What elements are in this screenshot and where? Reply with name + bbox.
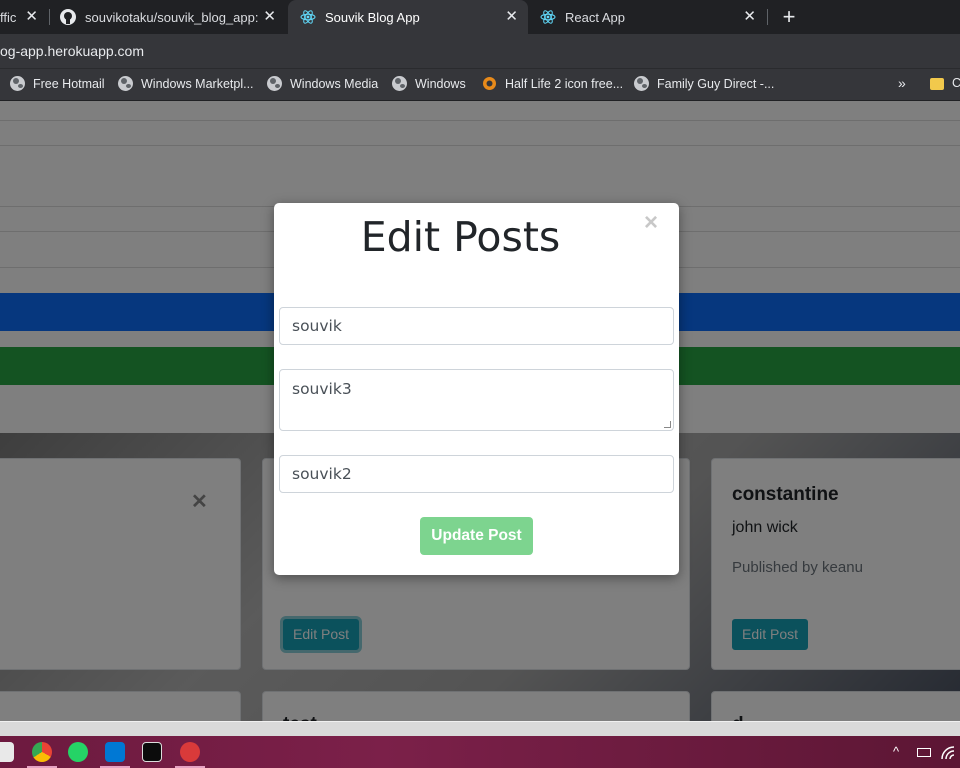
update-post-button[interactable]: Update Post — [420, 517, 533, 555]
react-icon — [300, 10, 316, 24]
folder-icon[interactable] — [930, 78, 944, 90]
horizontal-scrollbar[interactable] — [0, 721, 960, 736]
bookmark-label: Windows Media — [290, 76, 379, 91]
tab-title: souvikotaku/souvik_blog_app: I m — [85, 9, 262, 25]
app-icon[interactable] — [180, 742, 200, 762]
battery-icon[interactable] — [917, 748, 931, 757]
bookmark-half-life[interactable]: Half Life 2 icon free... — [482, 76, 623, 91]
tab-title: ffic — [0, 9, 17, 25]
react-icon — [540, 10, 556, 24]
globe-icon — [10, 76, 25, 91]
terminal-icon[interactable] — [142, 742, 162, 762]
close-icon[interactable]: ✕ — [505, 9, 518, 25]
tab-strip: ffic ✕ souvikotaku/souvik_blog_app: I m … — [0, 0, 960, 34]
edit-posts-modal: Edit Posts × souvik souvik3 souvik2 Upda… — [274, 203, 679, 575]
tab-github[interactable]: souvikotaku/souvik_blog_app: I m ✕ — [50, 0, 286, 34]
new-tab-button[interactable]: + — [778, 6, 800, 28]
globe-icon — [634, 76, 649, 91]
globe-icon — [267, 76, 282, 91]
globe-icon — [392, 76, 407, 91]
post-author-input[interactable]: souvik2 — [279, 455, 674, 493]
bookmark-free-hotmail[interactable]: Free Hotmail — [10, 76, 105, 91]
tab-separator — [767, 9, 768, 25]
vscode-icon[interactable] — [105, 742, 125, 762]
post-body-textarea[interactable]: souvik3 — [279, 369, 674, 431]
close-icon[interactable]: ✕ — [743, 9, 756, 25]
bookmark-label: Free Hotmail — [33, 76, 105, 91]
post-body-value: souvik3 — [292, 380, 352, 398]
modal-title: Edit Posts — [360, 213, 561, 261]
wifi-icon[interactable] — [940, 746, 956, 760]
whatsapp-icon[interactable] — [68, 742, 88, 762]
bookmark-label: Family Guy Direct -... — [657, 76, 775, 91]
bookmark-windows-media[interactable]: Windows Media — [267, 76, 378, 91]
tab-office[interactable]: ffic ✕ — [0, 0, 48, 34]
bookmarks-overflow-icon[interactable]: » — [898, 75, 906, 91]
bookmark-label: Windows Marketpl... — [141, 76, 254, 91]
taskbar: ^ — [0, 736, 960, 768]
tab-souvik-blog-app[interactable]: Souvik Blog App ✕ — [288, 0, 528, 34]
bookmarks-bar: Free Hotmail Windows Marketpl... Windows… — [0, 68, 960, 100]
bookmark-family-guy[interactable]: Family Guy Direct -... — [634, 76, 774, 91]
globe-icon — [118, 76, 133, 91]
store-icon[interactable] — [0, 742, 14, 762]
bookmark-label: Windows — [415, 76, 466, 91]
tab-title: Souvik Blog App — [325, 9, 420, 25]
half-life-icon — [483, 77, 496, 90]
bookmark-folder-label[interactable]: C — [952, 76, 960, 90]
chevron-up-icon[interactable]: ^ — [893, 744, 899, 759]
tab-title: React App — [565, 9, 625, 25]
screen: ffic ✕ souvikotaku/souvik_blog_app: I m … — [0, 0, 960, 768]
address-bar[interactable]: og-app.herokuapp.com — [0, 34, 960, 68]
page-viewport: ✕ Edit Post constantine john wick Publis… — [0, 101, 960, 721]
bookmark-label: Half Life 2 icon free... — [505, 76, 624, 91]
bookmark-windows[interactable]: Windows — [392, 76, 466, 91]
chrome-icon[interactable] — [32, 742, 52, 762]
github-icon — [60, 9, 76, 25]
close-icon[interactable]: ✕ — [25, 9, 38, 25]
close-icon[interactable]: × — [644, 211, 658, 235]
url-text[interactable]: og-app.herokuapp.com — [0, 43, 144, 59]
post-title-input[interactable]: souvik — [279, 307, 674, 345]
tab-react-app[interactable]: React App ✕ — [530, 0, 766, 34]
bookmark-windows-marketplace[interactable]: Windows Marketpl... — [118, 76, 254, 91]
resize-handle-icon[interactable] — [664, 421, 671, 428]
close-icon[interactable]: ✕ — [263, 9, 276, 25]
